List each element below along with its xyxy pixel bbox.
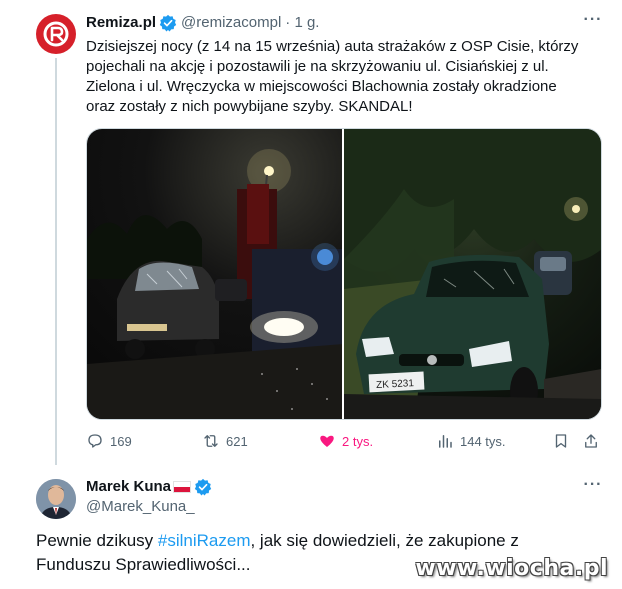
tweet-actions: 169 621 2 tys. 144 tys. xyxy=(86,430,602,452)
views-button[interactable]: 144 tys. xyxy=(436,430,506,452)
heart-icon xyxy=(320,435,334,447)
like-button[interactable]: 2 tys. xyxy=(318,430,373,452)
profile-photo xyxy=(36,479,76,519)
more-icon[interactable]: ··· xyxy=(583,12,603,34)
more-icon[interactable]: ··· xyxy=(583,477,603,499)
verified-badge-icon xyxy=(159,14,177,32)
bookmark-icon xyxy=(555,434,567,448)
thread-line xyxy=(55,58,57,465)
views-count: 144 tys. xyxy=(460,433,506,449)
verified-badge-icon xyxy=(194,478,212,496)
repost-button[interactable]: 621 xyxy=(202,430,248,452)
author-handle[interactable]: @Marek_Kuna_ xyxy=(86,497,195,517)
poland-flag-icon xyxy=(173,481,192,493)
photo1-scene xyxy=(87,149,342,419)
tweet-header: Marek Kuna xyxy=(86,477,212,497)
tweet-text: Dzisiejszej nocy (z 14 na 15 września) a… xyxy=(86,38,579,115)
author-name[interactable]: Marek Kuna xyxy=(86,477,171,497)
tweet-header: Remiza.pl @remizacompl · 1 g. xyxy=(86,14,319,32)
tweet-media[interactable]: ZK 5231 xyxy=(86,128,602,420)
share-button[interactable] xyxy=(582,430,606,452)
views-icon xyxy=(439,435,452,448)
bookmark-button[interactable] xyxy=(552,430,576,452)
reply-button[interactable]: 169 xyxy=(86,430,132,452)
photo-fire-truck-night[interactable] xyxy=(87,129,342,419)
watermark: www.wiocha.pl xyxy=(415,556,608,581)
remiza-logo-icon xyxy=(43,21,69,47)
photo-damaged-car-night[interactable]: ZK 5231 xyxy=(344,129,601,419)
license-plate: ZK 5231 xyxy=(376,378,415,391)
text-before: Pewnie dzikusy xyxy=(36,531,158,550)
tweet-remiza[interactable]: Remiza.pl @remizacompl · 1 g. ··· Dzisie… xyxy=(0,0,622,465)
repost-count: 621 xyxy=(226,433,248,449)
tweet-time[interactable]: · 1 g. xyxy=(285,14,319,32)
remiza-avatar[interactable] xyxy=(36,14,76,54)
hashtag-link[interactable]: #silniRazem xyxy=(158,531,251,550)
author-handle[interactable]: @remizacompl xyxy=(181,14,281,32)
share-icon xyxy=(585,434,597,448)
marek-kuna-avatar[interactable] xyxy=(36,479,76,519)
author-name[interactable]: Remiza.pl xyxy=(86,14,156,32)
reply-icon xyxy=(88,434,102,448)
photo2-scene: ZK 5231 xyxy=(344,129,601,419)
reply-count: 169 xyxy=(110,433,132,449)
repost-icon xyxy=(204,435,218,447)
like-count: 2 tys. xyxy=(342,433,374,449)
